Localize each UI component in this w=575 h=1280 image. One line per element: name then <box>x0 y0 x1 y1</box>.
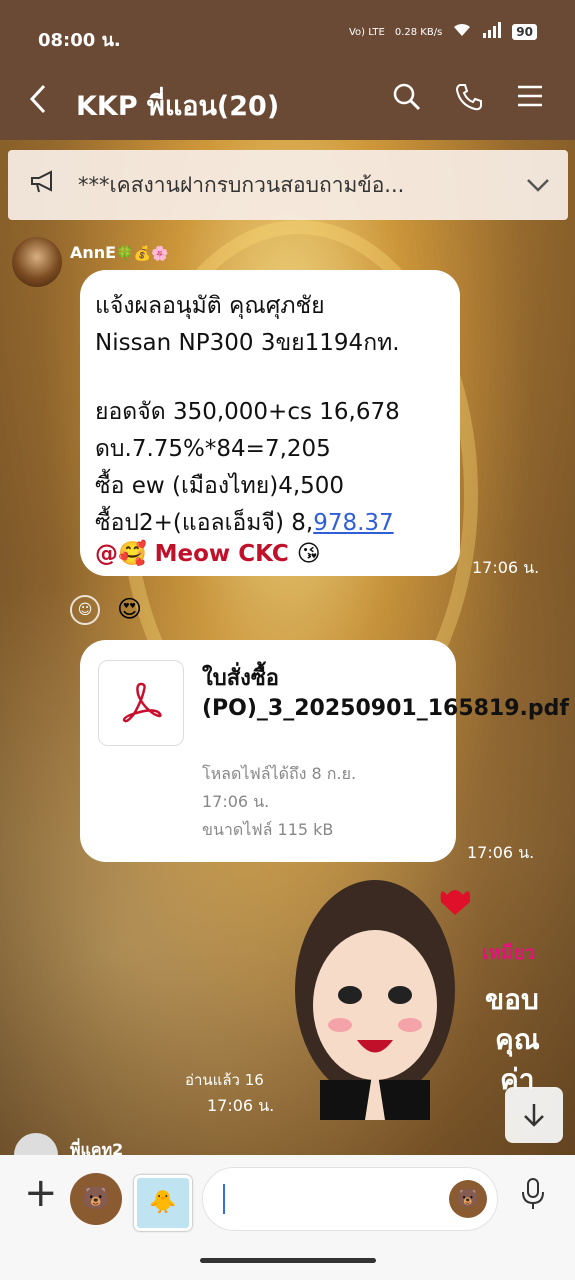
volte-icon: Vo) LTE <box>348 26 385 38</box>
photo-button[interactable]: 🐥 <box>134 1175 192 1231</box>
status-icons: Vo) LTE 0.28 KB/s 90 <box>349 22 537 42</box>
sticker-text: ขอบ <box>485 983 539 1016</box>
sticker-text: เหมียว <box>482 942 536 964</box>
message-line: ดบ.7.75%*84=7,205 <box>95 436 331 462</box>
message-line: แจ้งผลอนุมัติ คุณศุภชัย <box>95 293 325 319</box>
message-line: ซื้อป2+(แอลเอ็มจี) 8,978.37 <box>95 510 394 536</box>
file-name: ใบสั่งซื้อ (PO)_3_20250901_165819.pdf <box>202 666 569 721</box>
file-expiry: โหลดไฟล์ได้ถึง 8 ก.ย. <box>202 764 357 783</box>
signal-icon <box>482 22 502 42</box>
message-time: 17:06 น. <box>472 558 540 577</box>
message-composer: + 🐻 🐥 🐻 <box>0 1155 575 1240</box>
emoji-face-icon[interactable]: 🐻 <box>449 1180 487 1218</box>
status-bar: 08:00 น. Vo) LTE 0.28 KB/s 90 <box>0 0 575 68</box>
sticker-text: คุณ <box>495 1023 540 1056</box>
message-line: ยอดจัด 350,000+cs 16,678 <box>95 399 400 425</box>
scroll-down-button[interactable] <box>505 1087 563 1143</box>
megaphone-icon <box>8 169 78 201</box>
chat-title: KKP พี่แอน(20) <box>76 91 280 122</box>
chat-header: KKP พี่แอน(20) <box>0 68 575 140</box>
wifi-icon <box>452 22 472 42</box>
arrow-down-icon <box>524 1104 544 1127</box>
hamburger-icon <box>518 85 542 107</box>
sender-name: AnnE🍀💰🌸 <box>70 243 169 262</box>
file-message-bubble[interactable]: ใบสั่งซื้อ (PO)_3_20250901_165819.pdf โห… <box>80 640 569 862</box>
mention-link[interactable]: Meow CKC <box>147 541 297 567</box>
microphone-icon <box>522 1178 544 1209</box>
mention-line: @🥰 Meow CKC 😘 <box>95 541 321 567</box>
announcement-text: ***เคสงานฝากรบกวนสอบถามข้อ... <box>78 172 405 197</box>
reaction-emoji[interactable]: 😍 <box>117 595 142 623</box>
gesture-bar <box>0 1240 575 1280</box>
chevron-down-icon[interactable] <box>508 173 568 198</box>
add-reaction-button[interactable]: ☺ <box>70 595 100 625</box>
battery-icon: 90 <box>512 24 537 40</box>
file-size: ขนาดไฟล์ 115 kB <box>202 820 334 839</box>
file-expiry-time: 17:06 น. <box>202 792 270 811</box>
net-speed: 0.28 KB/s <box>394 26 443 38</box>
avatar[interactable] <box>12 237 62 287</box>
call-button[interactable] <box>454 82 484 119</box>
plus-icon[interactable]: + <box>24 1173 58 1213</box>
text-caret <box>223 1184 225 1214</box>
announcement-bar[interactable]: ***เคสงานฝากรบกวนสอบถามข้อ... <box>8 150 568 220</box>
read-receipt: อ่านแล้ว 16 <box>185 1071 264 1089</box>
pdf-icon <box>98 660 184 746</box>
message-time: 17:06 น. <box>207 1096 275 1115</box>
phone-icon <box>455 84 482 111</box>
microphone-button[interactable] <box>520 1177 546 1218</box>
message-input[interactable]: 🐻 <box>202 1167 498 1231</box>
status-time: 08:00 น. <box>38 30 121 51</box>
search-icon <box>393 83 421 111</box>
search-button[interactable] <box>392 82 422 119</box>
chevron-left-icon <box>29 84 46 114</box>
message-line: ซื้อ ew (เมืองไทย)4,500 <box>95 473 345 499</box>
back-button[interactable] <box>28 82 48 124</box>
home-indicator[interactable] <box>200 1258 376 1263</box>
message-line: Nissan NP300 3ขย1194กท. <box>95 330 400 356</box>
menu-button[interactable] <box>516 82 544 117</box>
sticker-message[interactable]: เหมียว ขอบ คุณ ค่า <box>295 880 555 1120</box>
message-time: 17:06 น. <box>467 843 535 862</box>
message-bubble[interactable]: แจ้งผลอนุมัติ คุณศุภชัย Nissan NP300 3ขย… <box>80 270 460 576</box>
number-link[interactable]: 978.37 <box>313 510 393 536</box>
sticker-button[interactable]: 🐻 <box>70 1173 122 1225</box>
